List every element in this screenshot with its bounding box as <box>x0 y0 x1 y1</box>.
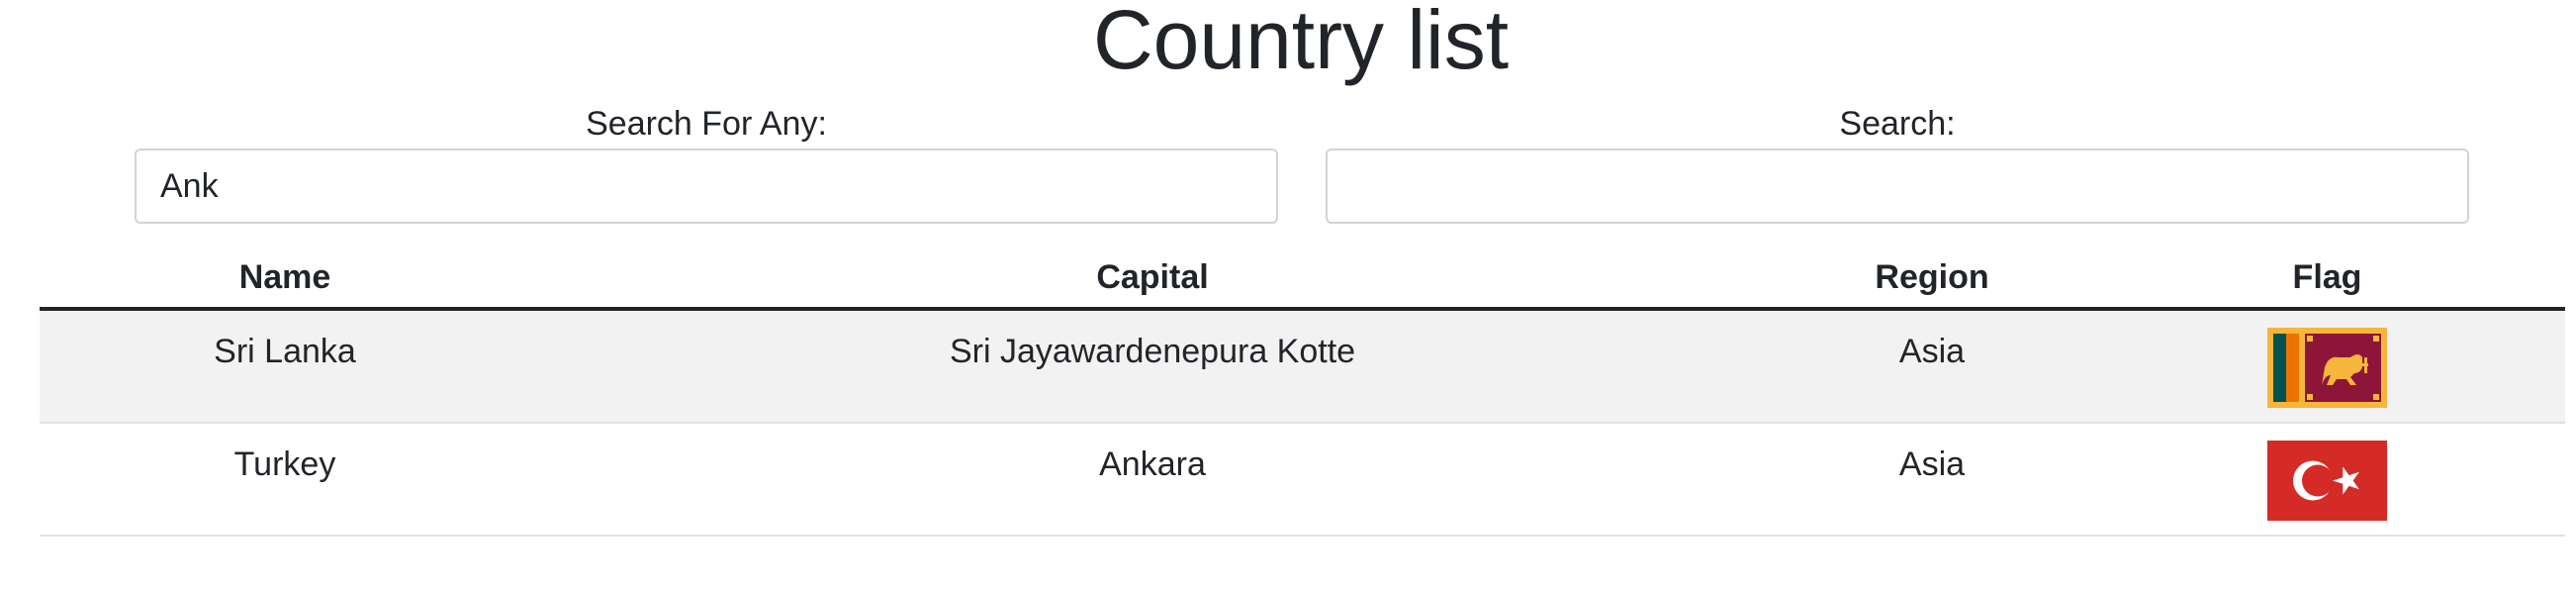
country-name-cell: Turkey <box>40 423 530 537</box>
countries-table: Name Capital Region Flag Sri Lanka Sri J… <box>40 247 2565 537</box>
country-capital-cell: Ankara <box>530 423 1775 537</box>
country-list-page: Country list Search For Any: Search: Nam… <box>0 0 2576 592</box>
search-field-input[interactable] <box>1326 148 2469 224</box>
table-header-row: Name Capital Region Flag <box>40 247 2565 311</box>
country-capital-cell: Sri Jayawardenepura Kotte <box>530 309 1775 424</box>
search-field-group: Search: <box>1326 99 2469 224</box>
country-flag-cell <box>2089 423 2565 537</box>
search-any-input[interactable] <box>135 148 1278 224</box>
column-header-region[interactable]: Region <box>1775 247 2089 311</box>
search-any-label: Search For Any: <box>586 105 827 143</box>
column-header-capital[interactable]: Capital <box>530 247 1775 311</box>
page-title: Country list <box>1092 0 1510 86</box>
turkey-flag-icon <box>2267 441 2387 521</box>
sri-lanka-flag-icon <box>2267 328 2387 408</box>
country-name-cell: Sri Lanka <box>40 309 530 424</box>
column-header-name[interactable]: Name <box>40 247 530 311</box>
country-flag-cell <box>2089 309 2565 424</box>
country-region-cell: Asia <box>1775 309 2089 424</box>
country-region-cell: Asia <box>1775 423 2089 537</box>
table-row: Sri Lanka Sri Jayawardenepura Kotte Asia <box>40 309 2565 424</box>
table-row: Turkey Ankara Asia <box>40 423 2565 537</box>
search-field-label: Search: <box>1839 105 1956 143</box>
search-any-group: Search For Any: <box>135 99 1278 224</box>
column-header-flag[interactable]: Flag <box>2089 247 2565 311</box>
